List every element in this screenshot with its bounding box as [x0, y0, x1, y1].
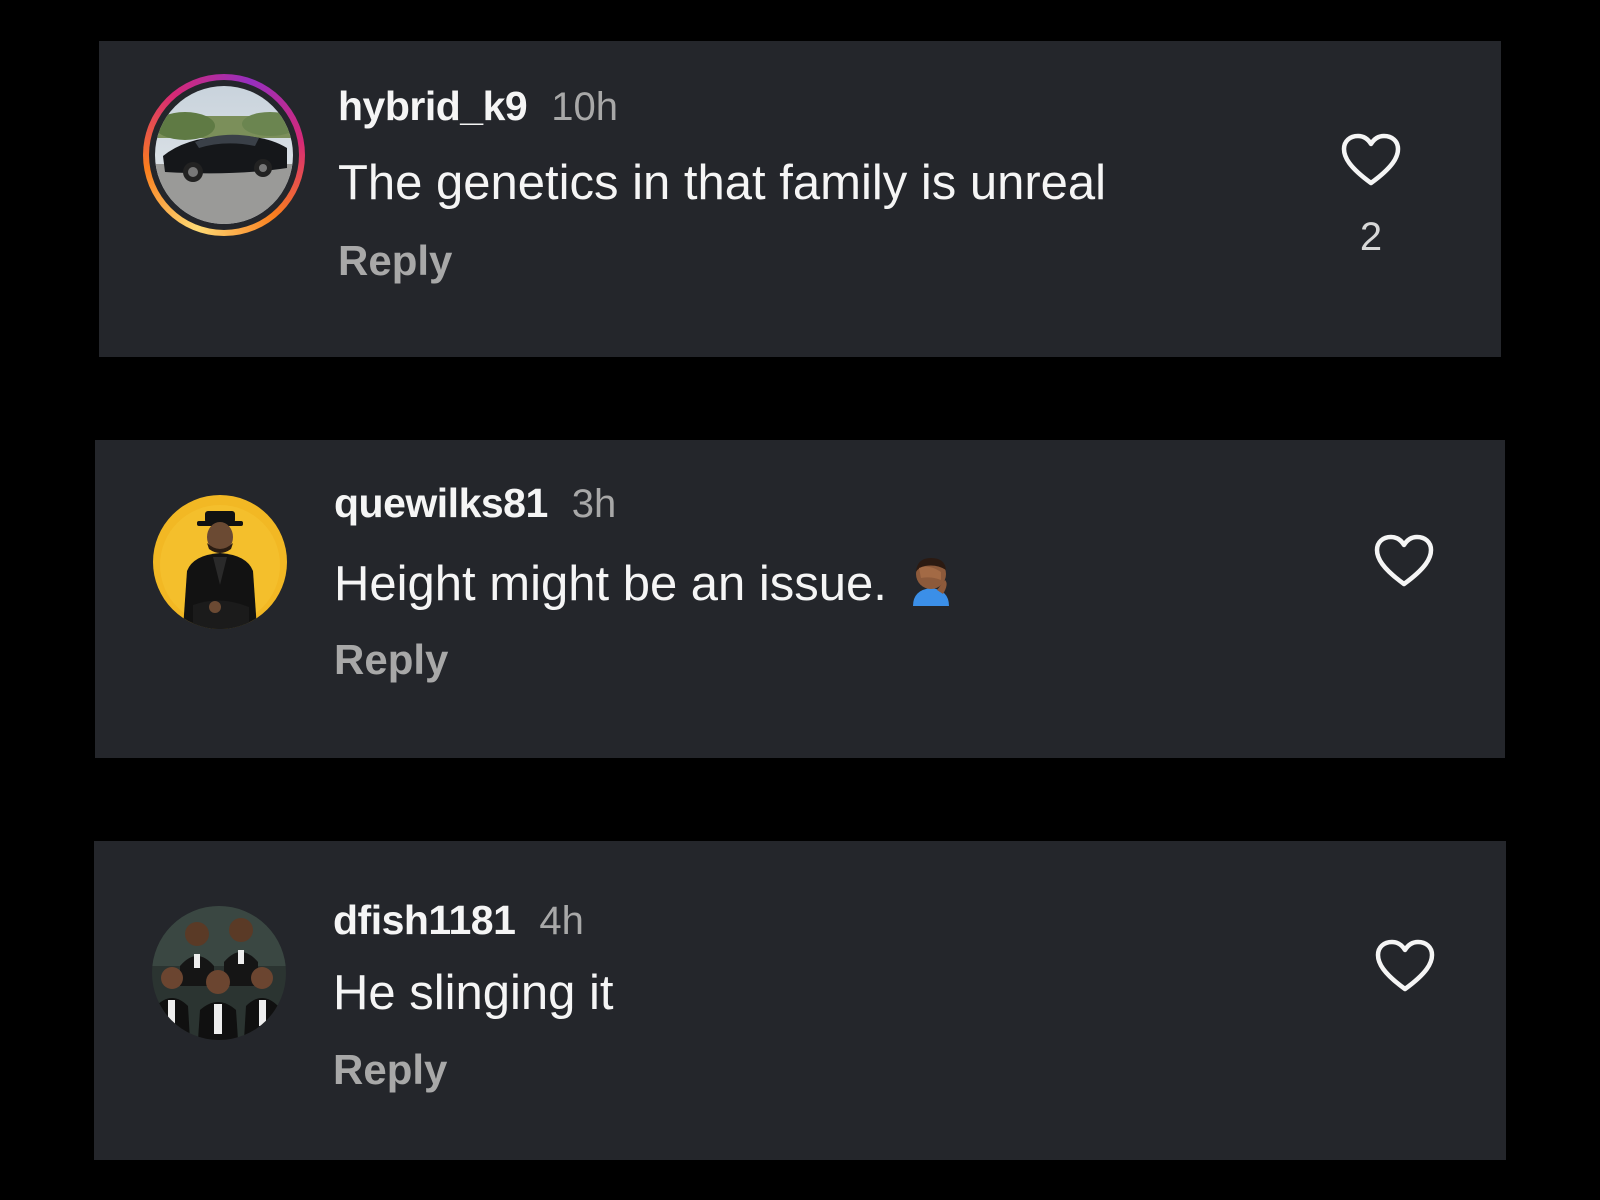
story-ring[interactable] [143, 74, 305, 236]
like-button[interactable] [1341, 133, 1401, 189]
facepalm-emoji-icon [907, 554, 955, 606]
reply-button[interactable]: Reply [333, 1046, 447, 1094]
comment-text: He slinging it [333, 966, 614, 1020]
like-count: 2 [1359, 215, 1383, 259]
heart-icon [1375, 939, 1435, 992]
like-button[interactable] [1375, 939, 1435, 995]
comment-card: dfish1181 4h He slinging it Reply [94, 841, 1506, 1160]
comment-card: hybrid_k9 10h The genetics in that family… [99, 41, 1501, 357]
avatar[interactable] [153, 495, 287, 629]
heart-icon [1374, 534, 1434, 587]
like-button[interactable] [1374, 534, 1434, 590]
username[interactable]: hybrid_k9 [338, 83, 528, 129]
comment-text-row: Height might be an issue. [334, 554, 955, 612]
comment-header: quewilks81 3h [334, 480, 616, 527]
timestamp: 4h [539, 899, 584, 943]
reply-button[interactable]: Reply [334, 636, 448, 684]
username[interactable]: quewilks81 [334, 480, 548, 526]
timestamp: 10h [551, 85, 618, 129]
comment-header: dfish1181 4h [333, 897, 584, 944]
comment-card: quewilks81 3h Height might be an issue. R… [95, 440, 1505, 758]
username[interactable]: dfish1181 [333, 897, 516, 943]
group-illustration-icon [152, 906, 286, 1040]
reply-button[interactable]: Reply [338, 237, 452, 285]
man-in-hat-icon [153, 495, 287, 629]
car-photo-icon [155, 86, 293, 224]
heart-icon [1341, 133, 1401, 186]
timestamp: 3h [571, 482, 617, 526]
comment-text: The genetics in that family is unreal [338, 156, 1107, 210]
avatar[interactable] [152, 906, 286, 1040]
comment-text: Height might be an issue. [334, 557, 887, 611]
avatar[interactable] [155, 86, 293, 224]
comment-header: hybrid_k9 10h [338, 83, 618, 130]
